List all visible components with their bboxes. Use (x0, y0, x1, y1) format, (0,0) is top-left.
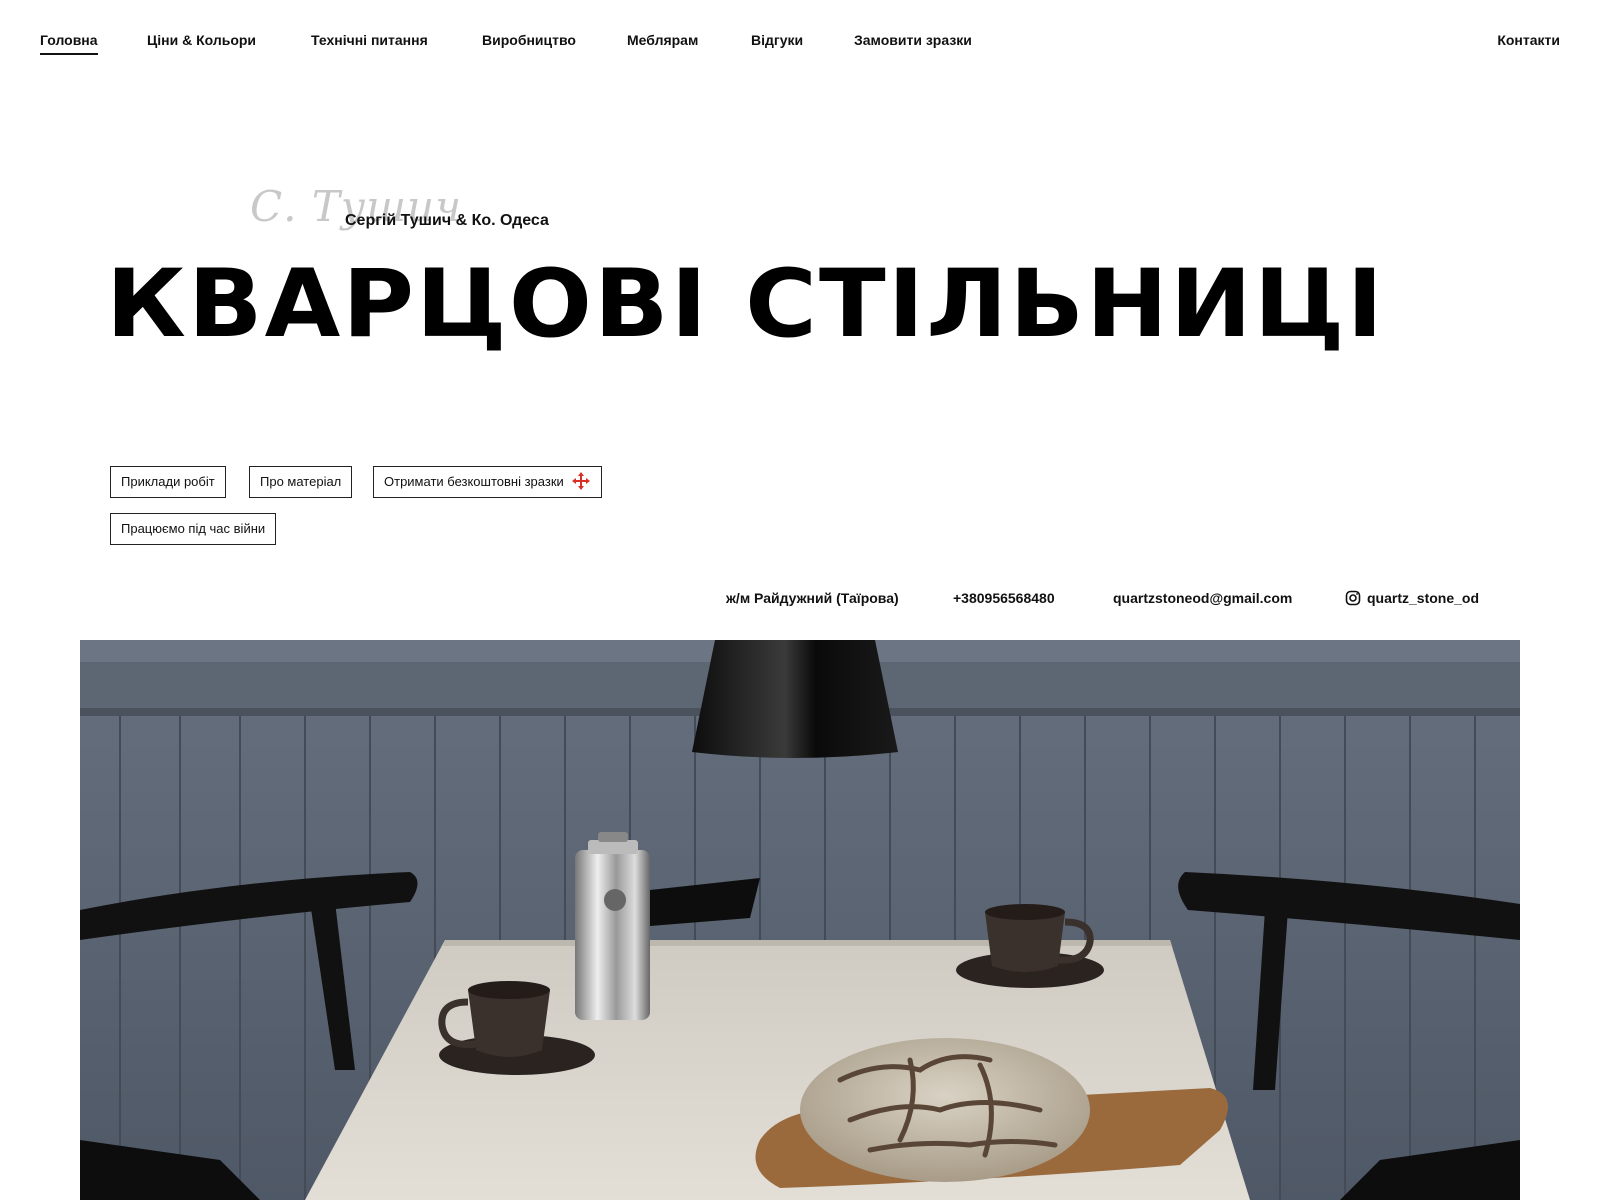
nav-item-production[interactable]: Виробництво (482, 30, 576, 50)
page: Головна Ціни & Кольори Технічні питання … (0, 0, 1600, 1200)
wartime-button[interactable]: Працюємо під час війни (110, 513, 277, 545)
examples-button[interactable]: Приклади робіт (110, 466, 226, 498)
hero-photo (80, 640, 1520, 1200)
top-nav: Головна Ціни & Кольори Технічні питання … (40, 30, 1560, 60)
phone-link[interactable]: +380956568480 (953, 590, 1055, 606)
nav-item-reviews[interactable]: Відгуки (751, 30, 803, 50)
about-material-button[interactable]: Про матеріал (249, 466, 353, 498)
company-subtitle: Сергій Тушич & Ко. Одеса (345, 212, 549, 229)
arrows-icon (571, 471, 591, 491)
examples-button-label: Приклади робіт (121, 474, 215, 489)
email-link[interactable]: quartzstoneod@gmail.com (1113, 590, 1292, 606)
instagram-link[interactable]: quartz_stone_od (1345, 590, 1479, 606)
instagram-handle: quartz_stone_od (1367, 590, 1480, 606)
instagram-icon (1345, 590, 1361, 606)
nav-item-prices-colors[interactable]: Ціни & Кольори (147, 30, 256, 50)
kitchen-table-illustration (80, 640, 1520, 1200)
nav-item-order-samples[interactable]: Замовити зразки (854, 30, 972, 50)
page-title: КВАРЦОВІ СТІЛЬНИЦІ (106, 250, 1386, 359)
free-samples-button[interactable]: Отримати безкоштовні зразки (373, 466, 603, 498)
nav-item-technical[interactable]: Технічні питання (311, 30, 428, 50)
address-text: ж/м Райдужний (Таїрова) (726, 590, 899, 606)
free-samples-button-label: Отримати безкоштовні зразки (384, 474, 564, 489)
nav-item-furniture-makers[interactable]: Меблярам (627, 30, 698, 50)
contact-bar: ж/м Райдужний (Таїрова) +380956568480 qu… (0, 590, 1600, 610)
wartime-button-label: Працюємо під час війни (121, 521, 266, 536)
about-material-button-label: Про матеріал (260, 474, 342, 489)
nav-item-contacts[interactable]: Контакти (1497, 30, 1560, 50)
nav-item-home[interactable]: Головна (40, 30, 98, 55)
